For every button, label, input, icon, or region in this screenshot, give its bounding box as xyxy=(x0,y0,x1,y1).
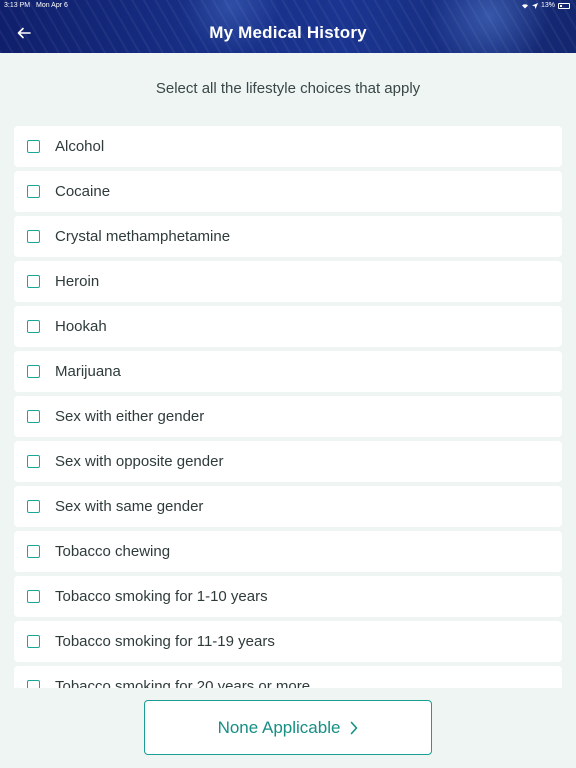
instruction-text: Select all the lifestyle choices that ap… xyxy=(155,80,421,97)
option-label: Hookah xyxy=(55,318,107,335)
option-label: Crystal methamphetamine xyxy=(55,228,231,245)
option-alcohol[interactable]: Alcohol xyxy=(14,126,562,167)
status-date: Mon Apr 6 xyxy=(36,2,68,9)
option-sex-same-gender[interactable]: Sex with same gender xyxy=(14,486,562,527)
option-label: Tobacco smoking for 1-10 years xyxy=(55,588,268,605)
option-tobacco-smoking-1-10[interactable]: Tobacco smoking for 1-10 years xyxy=(14,576,562,617)
option-cocaine[interactable]: Cocaine xyxy=(14,171,562,212)
checkbox[interactable] xyxy=(27,545,40,558)
option-tobacco-smoking-20-plus[interactable]: Tobacco smoking for 20 years or more xyxy=(14,666,562,688)
option-crystal-methamphetamine[interactable]: Crystal methamphetamine xyxy=(14,216,562,257)
page-title: My Medical History xyxy=(209,23,367,42)
none-applicable-button[interactable]: None Applicable xyxy=(144,700,432,755)
battery-percent: 13% xyxy=(540,2,555,9)
location-icon xyxy=(531,2,538,9)
checkbox[interactable] xyxy=(27,365,40,378)
option-label: Tobacco chewing xyxy=(55,543,171,560)
wifi-icon xyxy=(521,3,528,8)
app-header: 3:13 PM Mon Apr 6 13% My Medical History xyxy=(0,0,576,53)
option-sex-either-gender[interactable]: Sex with either gender xyxy=(14,396,562,437)
option-label: Sex with opposite gender xyxy=(55,453,224,470)
option-label: Sex with either gender xyxy=(55,408,205,425)
option-tobacco-chewing[interactable]: Tobacco chewing xyxy=(14,531,562,572)
none-applicable-label: None Applicable xyxy=(217,717,341,737)
checkbox[interactable] xyxy=(27,185,40,198)
option-label: Alcohol xyxy=(55,138,105,155)
option-label: Tobacco smoking for 11-19 years xyxy=(55,633,275,650)
option-label: Sex with same gender xyxy=(55,498,204,515)
option-marijuana[interactable]: Marijuana xyxy=(14,351,562,392)
status-indicators: 13% xyxy=(521,2,570,9)
battery-icon xyxy=(558,2,570,9)
option-label: Heroin xyxy=(55,273,100,290)
option-label: Marijuana xyxy=(55,363,121,380)
chevron-right-icon xyxy=(351,721,358,734)
lifestyle-options-list[interactable]: Alcohol Cocaine Crystal methamphetamine … xyxy=(14,126,562,688)
checkbox[interactable] xyxy=(27,680,40,688)
checkbox[interactable] xyxy=(27,455,40,468)
option-hookah[interactable]: Hookah xyxy=(14,306,562,347)
status-time: 3:13 PM xyxy=(4,2,31,9)
checkbox[interactable] xyxy=(27,140,40,153)
checkbox[interactable] xyxy=(27,500,40,513)
checkbox[interactable] xyxy=(27,410,40,423)
option-sex-opposite-gender[interactable]: Sex with opposite gender xyxy=(14,441,562,482)
checkbox[interactable] xyxy=(27,230,40,243)
checkbox[interactable] xyxy=(27,635,40,648)
status-bar: 3:13 PM Mon Apr 6 13% xyxy=(0,0,576,12)
option-label: Tobacco smoking for 20 years or more xyxy=(55,678,311,688)
option-heroin[interactable]: Heroin xyxy=(14,261,562,302)
option-label: Cocaine xyxy=(55,183,111,200)
checkbox[interactable] xyxy=(27,590,40,603)
checkbox[interactable] xyxy=(27,275,40,288)
checkbox[interactable] xyxy=(27,320,40,333)
option-tobacco-smoking-11-19[interactable]: Tobacco smoking for 11-19 years xyxy=(14,621,562,662)
